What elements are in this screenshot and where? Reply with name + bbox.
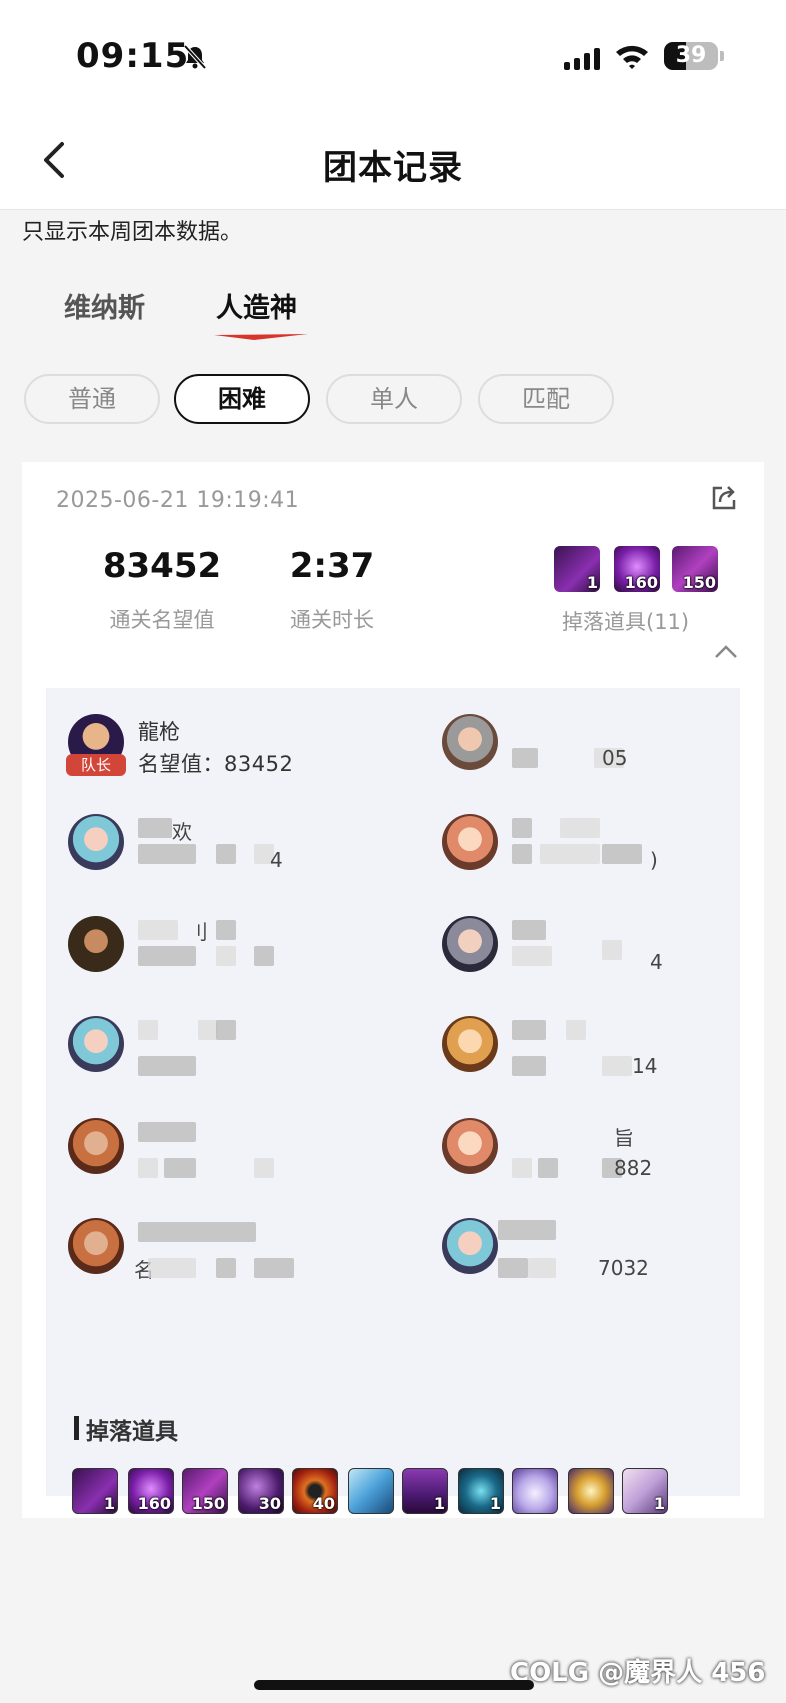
party-member[interactable]: 14 [442,1016,762,1106]
home-indicator[interactable] [254,1680,534,1690]
drop-item[interactable]: 40 [292,1468,338,1514]
drop-item[interactable]: 1 [72,1468,118,1514]
avatar [442,814,498,870]
party-member[interactable]: 队长 龍枪 名望值：83452 [66,714,388,804]
page-title: 团本记录 [323,148,463,188]
drop-item[interactable]: 30 [238,1468,284,1514]
avatar [68,1016,124,1072]
share-icon[interactable] [710,484,738,512]
party-member[interactable]: 名 [68,1218,388,1308]
party-member[interactable]: 05 [442,714,762,804]
party-member[interactable] [68,1016,388,1106]
drop-item[interactable] [512,1468,558,1514]
avatar [68,1218,124,1274]
avatar [442,1016,498,1072]
cellular-signal-icon [564,46,600,70]
member-fame: 名望值：83452 [138,752,294,776]
party-member[interactable] [68,1118,388,1208]
watermark: COLG @魔界人 456 [510,1658,766,1688]
drop-item[interactable]: 160 [128,1468,174,1514]
drops-section-title: 掉落道具 [86,1419,178,1445]
chip-hard[interactable]: 困难 [174,374,310,424]
drop-item[interactable]: 150 [182,1468,228,1514]
tab-artificial-god[interactable]: 人造神 [216,286,297,325]
drop-item[interactable] [568,1468,614,1514]
avatar [442,1118,498,1174]
avatar [68,916,124,972]
party-member[interactable]: 7032 [442,1218,762,1308]
raid-record-card: 2025-06-21 19:19:41 83452 通关名望值 2:37 通关时… [22,462,764,1518]
bell-muted-icon [183,44,207,70]
avatar [68,1118,124,1174]
party-member[interactable]: 刂 [68,916,388,1006]
battery-icon: 39 [664,42,718,70]
leader-badge: 队长 [66,754,126,776]
status-time: 09:15 [76,36,190,76]
duration-value: 2:37 [289,546,375,586]
chip-normal[interactable]: 普通 [24,374,160,424]
battery-level: 39 [675,43,707,68]
drop-item[interactable]: 1 [458,1468,504,1514]
avatar [442,1218,498,1274]
chevron-up-icon[interactable] [712,642,740,662]
notice-text: 只显示本周团本数据。 [22,220,243,245]
duration-label: 通关时长 [290,608,374,632]
member-name: 龍枪 [138,720,180,744]
party-member[interactable]: 欢 4 [68,814,388,904]
drop-item[interactable]: 1 [622,1468,668,1514]
chip-solo[interactable]: 单人 [326,374,462,424]
status-bar: 09:15 39 [0,0,786,110]
avatar [442,714,498,770]
active-tab-indicator [214,334,308,340]
party-member[interactable]: ) [442,814,762,904]
wifi-icon [616,45,648,69]
avatar [68,814,124,870]
drop-preview-item[interactable]: 160 [614,546,660,592]
drop-preview-item[interactable]: 150 [672,546,718,592]
drop-item[interactable] [348,1468,394,1514]
chip-match[interactable]: 匹配 [478,374,614,424]
nav-bar: 团本记录 [0,110,786,210]
avatar [442,916,498,972]
drop-item[interactable]: 1 [402,1468,448,1514]
party-members-panel: 队长 龍枪 名望值：83452 05 欢 4 ) 刂 4 14 旨 882 名 … [46,688,740,1514]
party-member[interactable]: 4 [442,916,762,1006]
tab-venus[interactable]: 维纳斯 [64,286,145,325]
party-member[interactable]: 旨 882 [442,1118,762,1208]
drop-preview-item[interactable]: 1 [554,546,600,592]
drops-count-label: 掉落道具(11) [562,610,690,634]
record-date: 2025-06-21 19:19:41 [56,488,300,513]
